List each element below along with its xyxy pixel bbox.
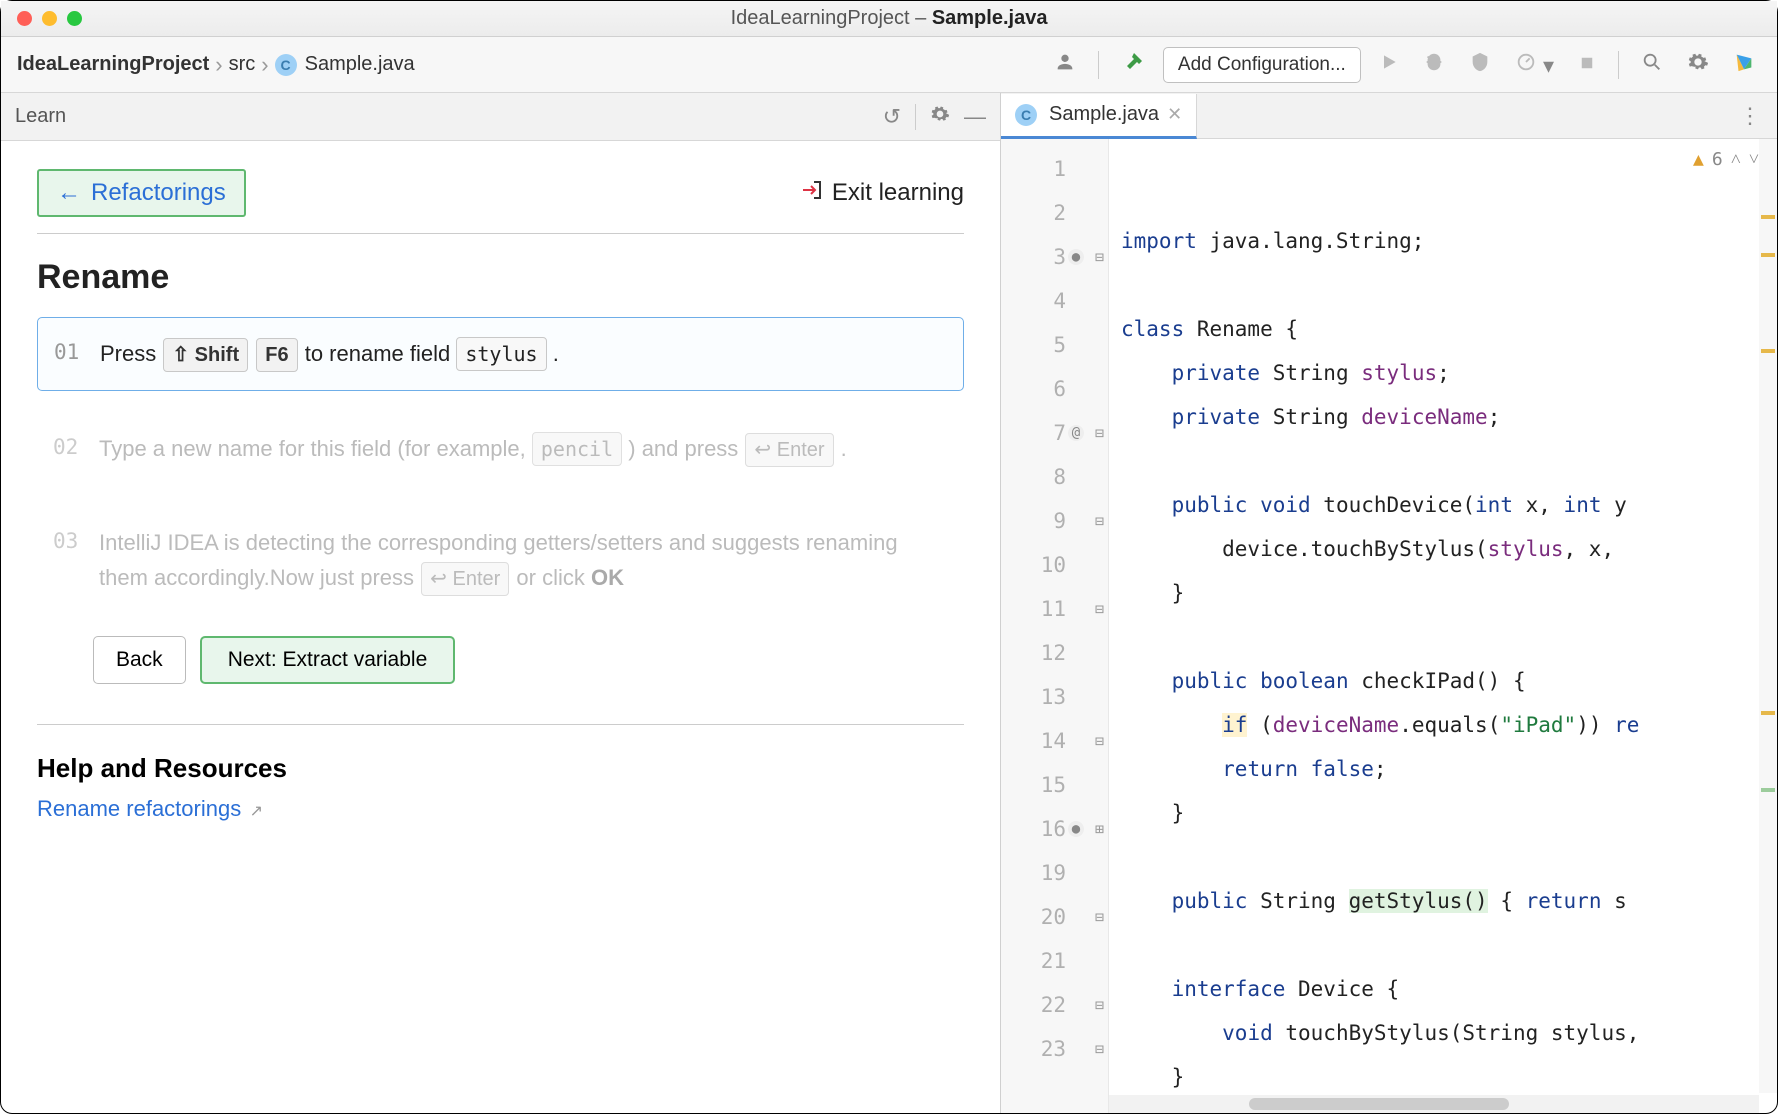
user-icon[interactable] (1048, 49, 1082, 81)
navbar: IdeaLearningProject › src › C Sample.jav… (1, 37, 1777, 93)
titlebar: IdeaLearningProject – Sample.java (1, 1, 1777, 37)
build-icon[interactable] (1115, 48, 1151, 82)
help-title: Help and Resources (37, 724, 964, 784)
step-text: Type a new name for this field (for exam… (99, 431, 847, 467)
chevron-down-icon[interactable]: ˅ (1749, 149, 1759, 170)
add-configuration-button[interactable]: Add Configuration... (1163, 47, 1361, 83)
overview-ruler[interactable] (1759, 139, 1777, 1093)
learn-panel-header: Learn ↺ — (1, 93, 1000, 141)
tab-filename: Sample.java (1049, 103, 1159, 126)
problems-widget[interactable]: ▲ 6 ˄ ˅ (1693, 149, 1759, 170)
chevron-right-icon: › (213, 52, 224, 78)
help-link[interactable]: Rename refactorings (37, 796, 241, 821)
window-title: IdeaLearningProject – Sample.java (1, 7, 1777, 30)
editor-panel: C Sample.java ✕ ⋮ 123●⊟4567@⊟89⊟1011⊟121… (1001, 93, 1777, 1113)
profiler-icon[interactable]: ▾ (1509, 49, 1560, 81)
next-button[interactable]: Next: Extract variable (200, 636, 456, 684)
warning-icon: ▲ (1693, 149, 1704, 170)
toolbar-right: Add Configuration... ▾ (1048, 47, 1761, 83)
chevron-up-icon[interactable]: ˄ (1731, 149, 1741, 170)
breadcrumb-project[interactable]: IdeaLearningProject (17, 53, 209, 76)
arrow-left-icon: ← (57, 179, 81, 207)
step-buttons: Back Next: Extract variable (37, 636, 964, 684)
code-editor[interactable]: 123●⊟4567@⊟89⊟1011⊟121314⊟1516●⊞1920⊟212… (1001, 139, 1777, 1113)
separator (1098, 51, 1099, 79)
shortcut-key: F6 (256, 338, 297, 372)
learn-panel-title: Learn (15, 105, 869, 128)
close-tab-icon[interactable]: ✕ (1167, 104, 1182, 125)
exit-learning-link[interactable]: Exit learning (800, 178, 964, 209)
learn-body: ← Refactorings Exit learning Rename 01 P… (1, 141, 1000, 1113)
search-icon[interactable] (1635, 49, 1669, 81)
breadcrumb[interactable]: IdeaLearningProject › src › C Sample.jav… (17, 52, 1044, 78)
tab-options-icon[interactable]: ⋮ (1723, 103, 1777, 129)
jetbrains-icon[interactable] (1727, 49, 1761, 81)
lesson-step-2: 02 Type a new name for this field (for e… (37, 413, 964, 485)
help-link-row: Rename refactorings ↗ (37, 796, 964, 822)
code-token: stylus (456, 337, 546, 371)
shortcut-key: ↩ Enter (745, 433, 833, 467)
debug-icon[interactable] (1417, 49, 1451, 81)
step-text: Press ⇧ Shift F6 to rename field stylus … (100, 336, 559, 372)
breadcrumb-dir[interactable]: src (229, 53, 256, 76)
code-area[interactable]: ▲ 6 ˄ ˅ import java.lang.String;class Re… (1109, 139, 1777, 1113)
class-file-icon: C (275, 54, 297, 76)
step-number: 03 (53, 525, 83, 596)
main-split: Learn ↺ — ← Refactorings Exit learning (1, 93, 1777, 1113)
step-number: 01 (54, 336, 84, 372)
back-button[interactable]: Back (93, 636, 186, 684)
breadcrumb-file[interactable]: Sample.java (305, 53, 415, 76)
shortcut-key: ⇧ Shift (163, 338, 248, 372)
class-file-icon: C (1015, 104, 1037, 126)
shortcut-key: ↩ Enter (421, 562, 509, 596)
restart-icon[interactable]: ↺ (883, 104, 901, 130)
coverage-icon[interactable] (1463, 49, 1497, 81)
problems-count: 6 (1712, 149, 1723, 170)
line-gutter: 123●⊟4567@⊟89⊟1011⊟121314⊟1516●⊞1920⊟212… (1001, 139, 1109, 1113)
chevron-right-icon: › (259, 52, 270, 78)
settings-gear-icon[interactable] (1681, 49, 1715, 81)
lesson-step-1: 01 Press ⇧ Shift F6 to rename field styl… (37, 317, 964, 391)
separator (1618, 51, 1619, 79)
external-link-icon: ↗ (250, 803, 263, 820)
divider (37, 233, 964, 234)
learn-panel: Learn ↺ — ← Refactorings Exit learning (1, 93, 1001, 1113)
back-to-refactorings-link[interactable]: ← Refactorings (37, 169, 246, 217)
run-icon[interactable] (1373, 50, 1405, 80)
minimize-icon[interactable]: — (964, 104, 986, 130)
editor-tab[interactable]: C Sample.java ✕ (1001, 94, 1197, 139)
step-text: IntelliJ IDEA is detecting the correspon… (99, 525, 948, 596)
lesson-title: Rename (37, 258, 964, 297)
exit-icon (800, 178, 824, 209)
code-token: pencil (532, 432, 622, 466)
editor-tabs: C Sample.java ✕ ⋮ (1001, 93, 1777, 139)
lesson-step-3: 03 IntelliJ IDEA is detecting the corres… (37, 507, 964, 614)
separator (915, 104, 916, 130)
horizontal-scrollbar[interactable] (1109, 1095, 1759, 1113)
step-number: 02 (53, 431, 83, 467)
gear-icon[interactable] (930, 104, 950, 130)
stop-icon[interactable] (1572, 50, 1602, 80)
